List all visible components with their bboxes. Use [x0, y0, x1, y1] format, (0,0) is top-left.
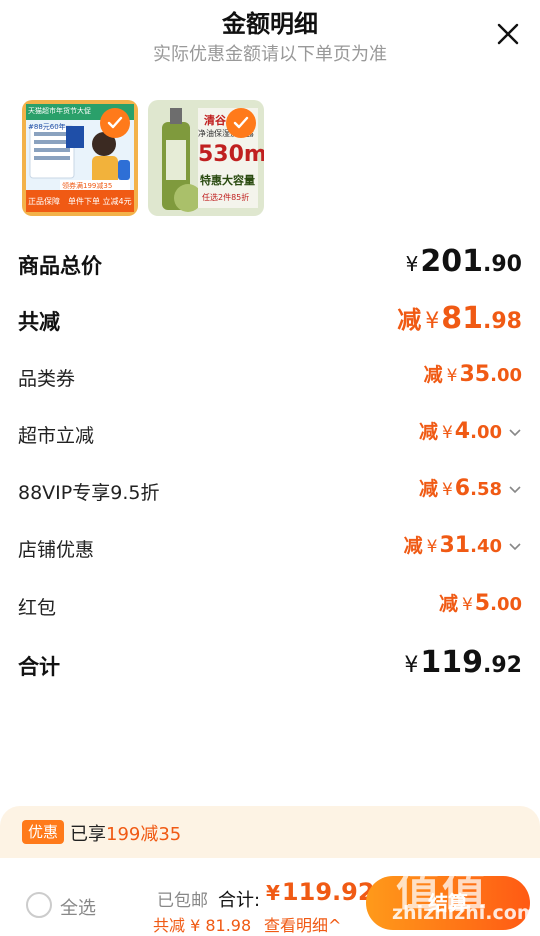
row-value: ¥201.90 [406, 244, 522, 279]
view-details-link[interactable]: 查看明细^ [264, 912, 341, 936]
row-label: 店铺优惠 [18, 539, 95, 561]
currency-symbol: ¥ [446, 366, 458, 386]
amount-integer: 81 [441, 301, 484, 336]
close-button[interactable] [494, 20, 522, 48]
page-subtitle: 实际优惠金额请以下单页为准 [153, 44, 387, 65]
product-2-line-2: 530ml [198, 142, 264, 167]
amount-integer: 35 [459, 362, 491, 387]
amount-integer: 201 [420, 244, 484, 279]
row-value: 减 ¥5.00 [439, 589, 522, 616]
row-total-price: 商品总价 ¥201.90 [18, 244, 522, 284]
amount-decimal: .00 [490, 594, 522, 615]
total-amount: ¥119.92 [266, 878, 375, 906]
checkout-button[interactable]: 结算 [366, 876, 530, 930]
amount-decimal: .90 [483, 252, 522, 277]
shipping-label: 已包邮 [157, 891, 208, 911]
promo-bar: 优惠 已享199减35 [0, 806, 540, 858]
page-title: 金额明细 [222, 10, 318, 38]
row-value: ¥119.92 [404, 645, 522, 680]
currency-symbol: ¥ [441, 423, 453, 443]
product-1-banner: 天猫超市年货节大促 [28, 107, 91, 115]
check-icon [233, 116, 249, 129]
row-vip-discount[interactable]: 88VIP专享9.5折 减 ¥6.58 [18, 472, 522, 512]
row-label: 88VIP专享9.5折 [18, 482, 160, 504]
selected-check[interactable] [100, 108, 130, 138]
check-icon [107, 116, 123, 129]
amount-decimal: .92 [483, 653, 522, 678]
sheet-header: 金额明细 实际优惠金额请以下单页为准 [0, 0, 540, 80]
amount-integer: 31 [439, 533, 471, 558]
row-store-discount[interactable]: 店铺优惠 减 ¥31.40 [18, 529, 522, 569]
discount-prefix: 减 [438, 593, 458, 615]
currency-symbol: ¥ [426, 537, 438, 557]
product-thumbnail-1[interactable]: 天猫超市年货节大促 #88元60年 领券满199减35 正品保障 单件下单 立减… [22, 100, 138, 216]
row-label: 合计 [18, 655, 60, 679]
select-all-radio[interactable] [26, 892, 52, 918]
product-thumbnail-2[interactable]: 清谷 净油保湿洗发露 530ml 特惠大容量 任选2件85折 [148, 100, 264, 216]
row-total-discount: 共减 减 ¥81.98 [18, 300, 522, 340]
promo-highlight: 199减35 [106, 824, 182, 845]
row-label: 商品总价 [18, 254, 102, 278]
close-icon [497, 23, 519, 45]
promo-text: 已享199减35 [70, 820, 181, 846]
row-value: 减 ¥4.00 [419, 417, 522, 444]
row-label: 共减 [18, 310, 60, 334]
discount-prefix: 减 [423, 364, 443, 386]
row-sum: 合计 ¥119.92 [18, 645, 522, 685]
saved-amount: 共减 ¥ 81.98 [153, 916, 252, 935]
row-value: 减 ¥31.40 [404, 531, 522, 558]
promo-prefix: 已享 [70, 824, 106, 845]
amount-decimal: .98 [483, 309, 522, 334]
amount-integer: 119 [420, 645, 484, 680]
total-label: 合计: [218, 890, 261, 911]
discount-prefix: 减 [397, 306, 422, 334]
chevron-down-icon [509, 486, 521, 494]
chevron-down-icon [509, 543, 521, 551]
amount-integer: 4 [454, 419, 471, 444]
product-2-brand: 清谷 [204, 114, 226, 127]
row-value: 减 ¥6.58 [419, 474, 522, 501]
amount-decimal: .00 [490, 365, 522, 386]
currency-symbol: ¥ [441, 480, 453, 500]
discount-prefix: 减 [418, 421, 438, 443]
discount-prefix: 减 [418, 478, 438, 500]
row-value: 减 ¥81.98 [397, 300, 522, 336]
discount-prefix: 减 [403, 535, 423, 557]
currency-symbol: ¥ [425, 309, 440, 334]
product-1-badge-2: 领券满199减35 [62, 182, 113, 190]
row-label: 品类券 [18, 368, 76, 390]
total-value: 119.92 [281, 878, 375, 906]
row-category-coupon: 品类券 减 ¥35.00 [18, 358, 522, 398]
amount-integer: 6 [454, 476, 471, 501]
checkout-bar: 全选 已包邮 合计: ¥119.92 共减 ¥ 81.98 查看明细^ 结算 [0, 858, 540, 936]
product-1-badge-1: #88元60年 [28, 123, 66, 131]
currency-symbol: ¥ [266, 881, 280, 905]
amount-decimal: .00 [470, 422, 502, 443]
product-2-line-3: 特惠大容量 [200, 174, 255, 187]
product-2-line-4: 任选2件85折 [202, 193, 250, 202]
currency-symbol: ¥ [461, 595, 473, 615]
select-all-label[interactable]: 全选 [60, 894, 96, 920]
amount-decimal: .58 [470, 479, 502, 500]
chevron-down-icon [509, 429, 521, 437]
promo-tag: 优惠 [22, 820, 65, 844]
currency-symbol: ¥ [404, 653, 419, 678]
row-label: 超市立减 [18, 425, 95, 447]
currency-symbol: ¥ [405, 252, 419, 276]
row-red-packet: 红包 减 ¥5.00 [18, 587, 522, 627]
row-label: 红包 [18, 597, 57, 619]
product-1-footer-left: 正品保障 [28, 197, 60, 206]
amount-decimal: .40 [470, 536, 502, 557]
amount-integer: 5 [474, 591, 491, 616]
selected-check[interactable] [226, 108, 256, 138]
product-1-footer-right: 单件下单 立减4元 [68, 197, 132, 206]
row-value: 减 ¥35.00 [424, 360, 522, 387]
row-market-cut[interactable]: 超市立减 减 ¥4.00 [18, 415, 522, 455]
